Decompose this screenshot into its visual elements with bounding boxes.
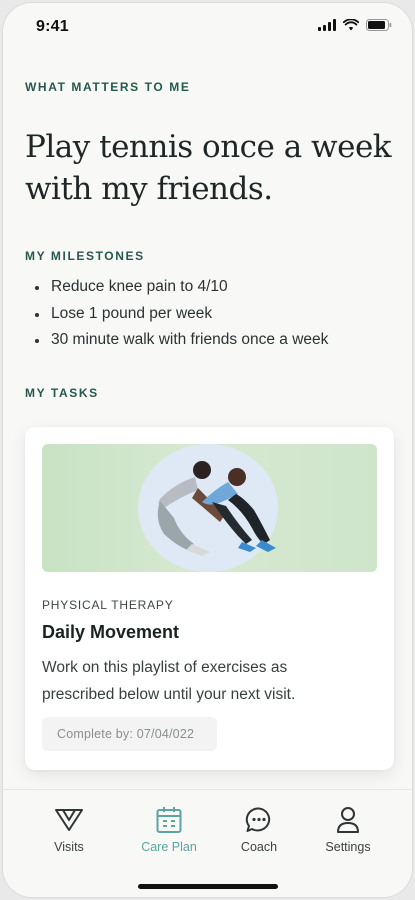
task-image — [42, 444, 377, 572]
tab-settings[interactable]: Settings — [308, 804, 388, 854]
tab-label: Coach — [240, 840, 278, 854]
task-title: Daily Movement — [42, 622, 180, 642]
phone-screen: 9:41 WHAT MATTERS TO ME Play tennis once… — [2, 2, 413, 898]
tab-label: Settings — [325, 840, 371, 854]
wifi-icon — [343, 19, 359, 31]
milestone-item: Lose 1 pound per week — [33, 301, 328, 328]
signal-icon — [318, 19, 336, 31]
bottom-tab-bar: Visits Care Plan Coach Settings — [3, 789, 412, 897]
care-plan-content: WHAT MATTERS TO ME Play tennis once a we… — [3, 51, 412, 787]
what-matters-label: WHAT MATTERS TO ME — [25, 80, 191, 94]
task-category: PHYSICAL THERAPY — [42, 598, 174, 612]
status-icons — [318, 19, 392, 31]
visits-logo-icon — [29, 804, 109, 836]
tab-coach[interactable]: Coach — [219, 804, 299, 854]
battery-icon — [366, 19, 392, 31]
status-time: 9:41 — [36, 18, 69, 35]
goal-headline: Play tennis once a week with my friends. — [25, 129, 392, 207]
milestones-list: Reduce knee pain to 4/10 Lose 1 pound pe… — [33, 274, 328, 354]
task-description: Work on this playlist of exercises as pr… — [42, 659, 296, 703]
tab-label: Care Plan — [141, 840, 197, 854]
tab-visits[interactable]: Visits — [29, 804, 109, 854]
tasks-label: MY TASKS — [25, 386, 99, 400]
tab-label: Visits — [54, 840, 84, 854]
task-card-daily-movement[interactable]: PHYSICAL THERAPY Daily Movement Work on … — [25, 427, 394, 770]
home-indicator[interactable] — [137, 884, 278, 889]
complete-by-chip: Complete by: 07/04/022 — [42, 717, 217, 751]
milestones-label: MY MILESTONES — [25, 249, 145, 263]
status-bar: 9:41 — [3, 3, 412, 51]
calendar-icon — [129, 804, 209, 836]
milestone-item: 30 minute walk with friends once a week — [33, 327, 328, 354]
chat-bubble-icon — [219, 804, 299, 836]
milestone-item: Reduce knee pain to 4/10 — [33, 274, 328, 301]
person-icon — [308, 804, 388, 836]
stretching-people-illustration — [157, 461, 276, 556]
tab-care-plan[interactable]: Care Plan — [129, 804, 209, 854]
